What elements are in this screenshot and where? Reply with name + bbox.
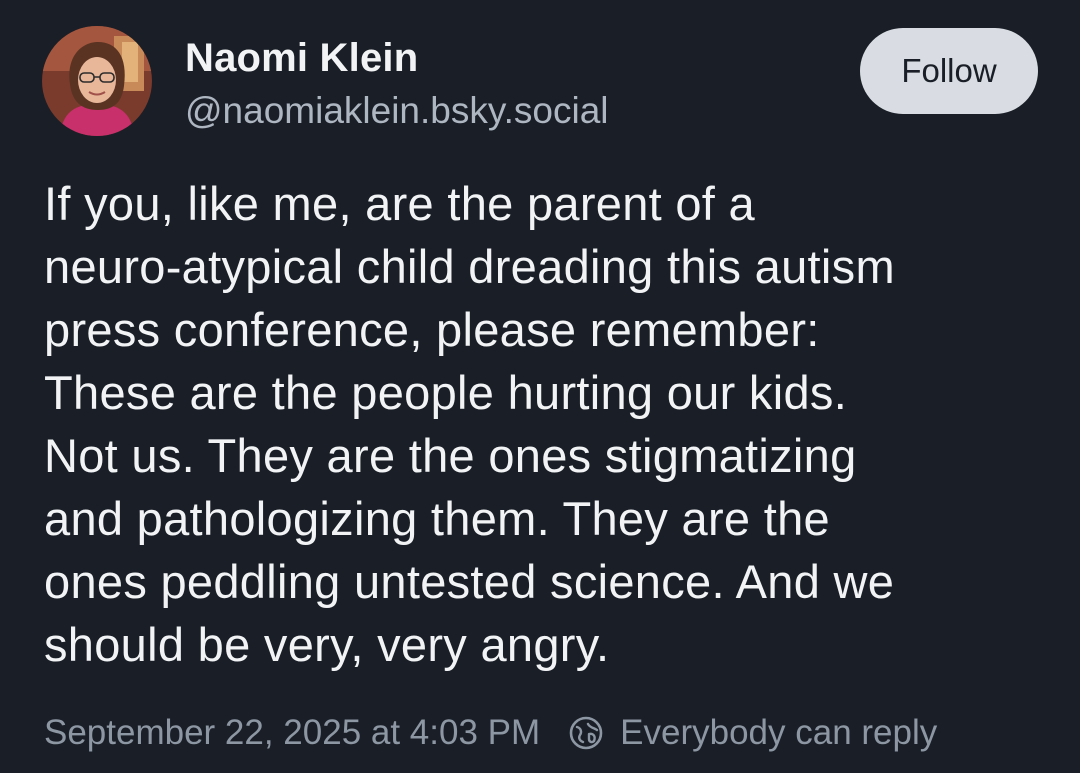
author-handle[interactable]: @naomiaklein.bsky.social	[185, 90, 609, 132]
post-text-line: neuro-atypical child dreading this autis…	[44, 240, 895, 293]
post-text-line: These are the people hurting our kids.	[44, 366, 848, 419]
avatar-image	[42, 26, 152, 136]
post-meta: September 22, 2025 at 4:03 PM Everybody …	[44, 710, 937, 756]
reply-setting[interactable]: Everybody can reply	[620, 713, 937, 753]
post-text-line: and pathologizing them. They are the	[44, 492, 830, 545]
post-card: Naomi Klein @naomiaklein.bsky.social Fol…	[0, 0, 1080, 773]
post-timestamp[interactable]: September 22, 2025 at 4:03 PM	[44, 713, 540, 753]
post-text-line: should be very, very angry.	[44, 618, 610, 671]
author-name[interactable]: Naomi Klein	[185, 36, 418, 81]
post-text-line: If you, like me, are the parent of a	[44, 177, 755, 230]
follow-button[interactable]: Follow	[860, 28, 1038, 114]
author-avatar[interactable]	[42, 26, 152, 136]
post-text-line: Not us. They are the ones stigmatizing	[44, 429, 857, 482]
post-text: If you, like me, are the parent of a neu…	[44, 172, 1044, 676]
post-text-line: ones peddling untested science. And we	[44, 555, 895, 608]
globe-icon	[568, 715, 604, 751]
post-text-line: press conference, please remember:	[44, 303, 820, 356]
